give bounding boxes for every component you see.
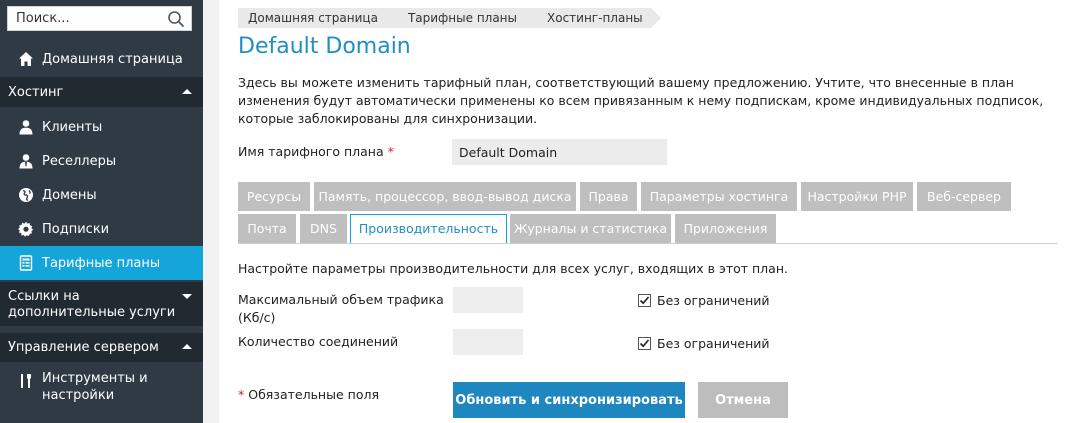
update-sync-button[interactable]: Обновить и синхронизировать xyxy=(453,382,685,418)
sidebar-section-links[interactable]: Ссылки на дополнительные услуги xyxy=(0,282,203,326)
tab-resources[interactable]: Ресурсы xyxy=(238,182,310,211)
tab-divider xyxy=(238,243,1058,244)
sidebar-item-domains[interactable]: Домены xyxy=(0,181,203,209)
sidebar-item-clients[interactable]: Клиенты xyxy=(0,113,203,141)
tab-hosting-params[interactable]: Параметры хостинга xyxy=(641,182,797,211)
page-description: Здесь вы можете изменить тарифный план, … xyxy=(238,75,1044,126)
chevron-down-icon xyxy=(182,294,192,299)
required-note: * Обязательные поля xyxy=(238,387,379,402)
breadcrumb-plans[interactable]: Тарифные планы xyxy=(385,8,536,28)
connections-label: Количество соединений xyxy=(238,334,399,349)
connections-unlimited-label: Без ограничений xyxy=(657,336,770,351)
required-note-text: Обязательные поля xyxy=(248,387,379,402)
chevron-up-icon xyxy=(182,344,192,349)
sidebar-item-subscriptions[interactable]: Подписки xyxy=(0,215,203,243)
sidebar-item-label: Домены xyxy=(42,187,97,203)
connections-input[interactable] xyxy=(453,329,523,355)
sidebar-item-resellers[interactable]: Реселлеры xyxy=(0,147,203,175)
globe-icon xyxy=(17,186,35,204)
reseller-icon xyxy=(17,152,35,170)
required-mark: * xyxy=(387,144,394,159)
traffic-unlimited-checkbox[interactable] xyxy=(638,294,651,307)
tab-memory-cpu-io[interactable]: Память, процессор, ввод-вывод диска xyxy=(314,182,576,211)
sidebar-item-label: Реселлеры xyxy=(42,153,117,169)
section-label: Управление сервером xyxy=(8,340,159,355)
tab-permissions[interactable]: Права xyxy=(580,182,637,211)
tab-dns[interactable]: DNS xyxy=(300,214,347,243)
gear-icon xyxy=(17,220,35,238)
traffic-input[interactable] xyxy=(453,287,523,313)
search-input[interactable] xyxy=(8,7,158,30)
plan-name-label-text: Имя тарифного плана xyxy=(238,144,384,159)
sidebar-item-label: Домашняя страница xyxy=(42,51,183,67)
sidebar-item-label: Подписки xyxy=(42,221,110,237)
cancel-button[interactable]: Отмена xyxy=(698,382,788,418)
sidebar-section-hosting[interactable]: Хостинг xyxy=(0,77,203,107)
plan-icon xyxy=(17,254,35,272)
sidebar-item-label: Тарифные планы xyxy=(42,255,161,271)
sidebar-item-tools[interactable]: Инструменты и настройки xyxy=(0,370,203,408)
traffic-unlimited-label: Без ограничений xyxy=(657,293,770,308)
sidebar-item-home[interactable]: Домашняя страница xyxy=(0,45,203,73)
breadcrumb: Домашняя страница Тарифные планы Хостинг… xyxy=(238,8,661,28)
section-label: Ссылки на дополнительные услуги xyxy=(8,289,176,320)
sidebar-gutter xyxy=(203,0,219,423)
required-mark: * xyxy=(238,387,245,402)
tools-icon xyxy=(17,372,35,390)
traffic-label: Максимальный объем трафика (Кб/с) xyxy=(238,292,444,325)
tab-performance[interactable]: Производительность xyxy=(350,214,507,244)
chevron-up-icon xyxy=(182,89,192,94)
home-icon xyxy=(17,50,35,68)
connections-unlimited-checkbox[interactable] xyxy=(638,337,651,350)
sidebar: Домашняя страница Хостинг Клиенты Реселл… xyxy=(0,0,203,423)
performance-intro: Настройте параметры производительности д… xyxy=(238,261,788,276)
page-title: Default Domain xyxy=(238,34,411,59)
search-box xyxy=(7,6,192,31)
plan-name-label: Имя тарифного плана * xyxy=(238,144,394,159)
sidebar-item-plans[interactable]: Тарифные планы xyxy=(0,246,203,280)
tab-web-server[interactable]: Веб-сервер xyxy=(917,182,1011,211)
search-icon[interactable] xyxy=(167,10,185,28)
plan-name-field[interactable] xyxy=(452,139,667,165)
connections-unlimited-row: Без ограничений xyxy=(638,336,770,351)
sidebar-item-label: Клиенты xyxy=(42,119,103,135)
traffic-unlimited-row: Без ограничений xyxy=(638,293,770,308)
user-icon xyxy=(17,118,35,136)
breadcrumb-hosting-plans[interactable]: Хостинг-планы xyxy=(525,8,661,28)
tab-logs-stats[interactable]: Журналы и статистика xyxy=(510,214,671,243)
tab-applications[interactable]: Приложения xyxy=(675,214,776,243)
sidebar-item-label: Инструменты и настройки xyxy=(42,371,148,403)
breadcrumb-home[interactable]: Домашняя страница xyxy=(238,8,396,28)
section-label: Хостинг xyxy=(8,85,64,100)
tab-php-settings[interactable]: Настройки PHP xyxy=(801,182,913,211)
sidebar-section-server[interactable]: Управление сервером xyxy=(0,333,203,362)
tab-mail[interactable]: Почта xyxy=(238,214,296,243)
